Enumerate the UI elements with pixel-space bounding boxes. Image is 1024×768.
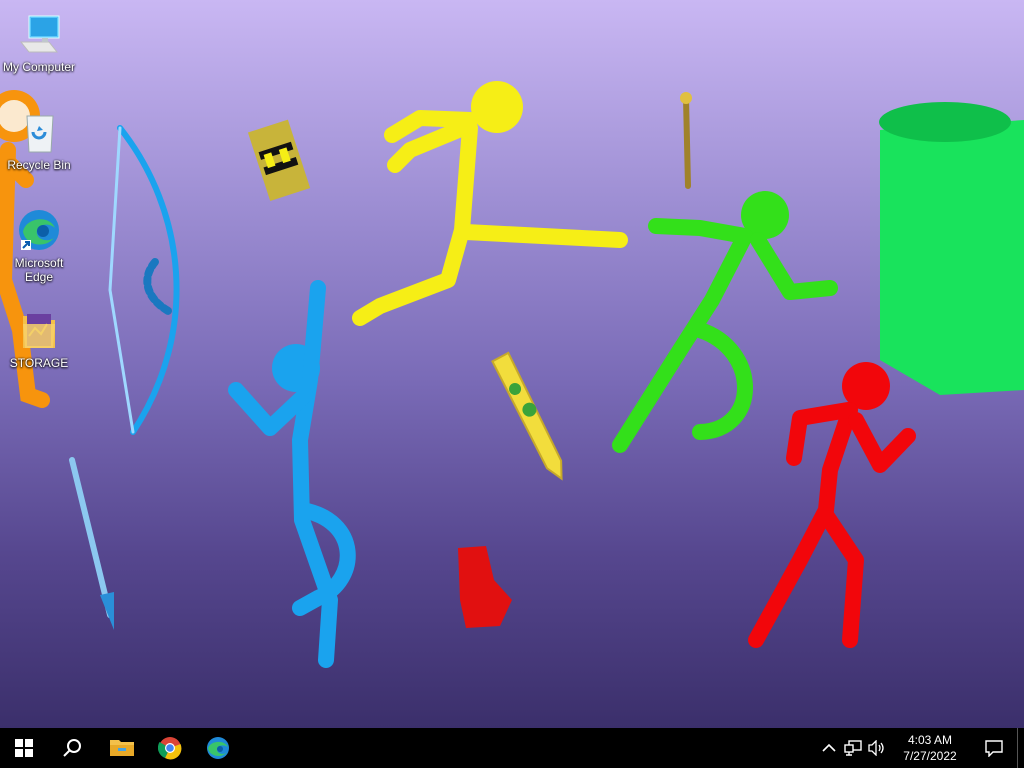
action-center-icon — [985, 740, 1003, 757]
clock-date: 7/27/2022 — [903, 749, 957, 763]
blue-figure — [228, 280, 356, 668]
clock-button[interactable]: 4:03 AM 7/27/2022 — [889, 728, 971, 768]
clock-time: 4:03 AM — [907, 733, 953, 747]
yellow-figure — [352, 81, 628, 326]
taskbar-file-explorer[interactable] — [98, 728, 146, 768]
desktop-icon-label: STORAGE — [9, 356, 69, 370]
search-button[interactable] — [48, 728, 96, 768]
chrome-icon — [158, 737, 182, 760]
search-icon — [63, 739, 81, 757]
action-center-button[interactable] — [971, 728, 1017, 768]
start-button[interactable] — [0, 728, 48, 768]
taskbar-edge[interactable] — [194, 728, 242, 768]
blue-bow — [108, 125, 180, 435]
system-tray: 4:03 AM 7/27/2022 — [817, 728, 1024, 768]
taskbar: 4:03 AM 7/27/2022 — [0, 728, 1024, 768]
wallpaper-stick-figures — [0, 81, 1024, 668]
desktop-icon-my-computer[interactable]: My Computer — [0, 10, 78, 74]
edge-icon — [207, 737, 229, 759]
recycle-bin-icon — [26, 115, 54, 153]
blue-arrow — [69, 457, 114, 630]
show-desktop-button[interactable] — [1017, 728, 1024, 768]
desktop[interactable]: My Computer Recycle Bin Microsoft Edge S… — [0, 0, 1024, 728]
golden-staff — [680, 92, 692, 189]
folder-icon — [23, 314, 55, 348]
volume-button[interactable] — [865, 728, 889, 768]
desktop-icon-label: Microsoft Edge — [14, 256, 64, 284]
red-jelly — [458, 546, 512, 628]
computer-icon — [19, 15, 60, 53]
network-icon — [844, 740, 862, 756]
green-figure — [612, 191, 838, 453]
file-explorer-icon — [110, 740, 134, 756]
golden-sword — [491, 351, 563, 481]
green-cylinder — [879, 102, 1024, 395]
desktop-icon-storage[interactable]: STORAGE — [0, 306, 78, 370]
taskbar-chrome[interactable] — [146, 728, 194, 768]
show-hidden-icons-button[interactable] — [817, 728, 841, 768]
desktop-icon-label: Recycle Bin — [7, 158, 71, 172]
windows-start-icon — [15, 739, 33, 757]
network-button[interactable] — [841, 728, 865, 768]
edge-icon — [19, 210, 59, 250]
chevron-up-icon — [822, 743, 836, 752]
desktop-icon-label: My Computer — [2, 60, 76, 74]
striped-scroll — [247, 119, 311, 202]
desktop-icon-recycle-bin[interactable]: Recycle Bin — [0, 108, 78, 172]
desktop-icon-microsoft-edge[interactable]: Microsoft Edge — [0, 206, 78, 284]
red-figure — [748, 362, 916, 648]
volume-icon — [868, 740, 884, 756]
